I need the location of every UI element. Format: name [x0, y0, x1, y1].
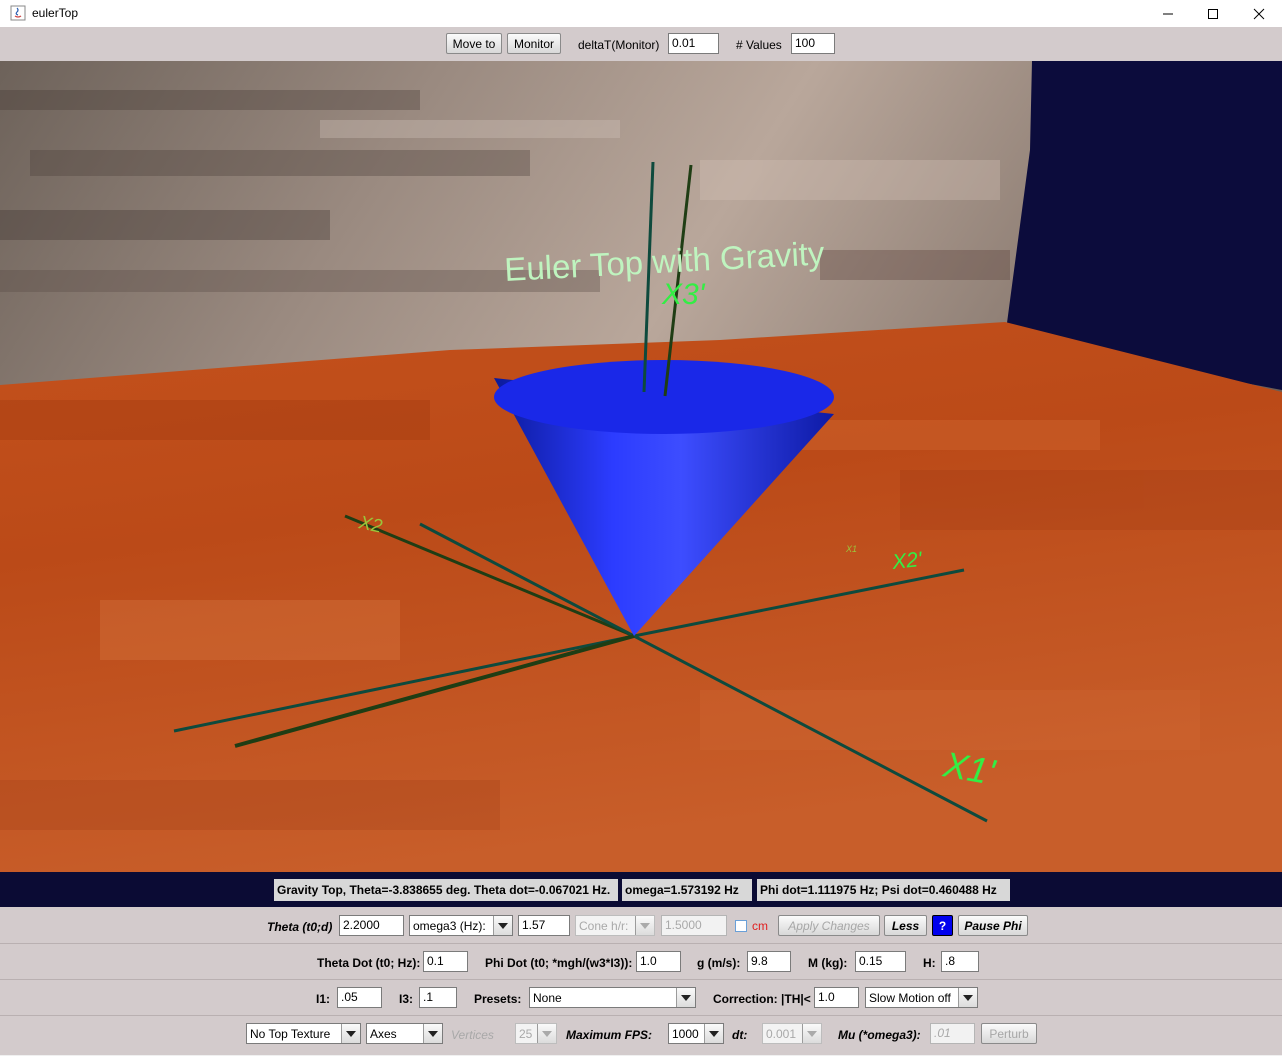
window-title-bar: eulerTop [0, 0, 1282, 27]
cm-checkbox[interactable] [735, 920, 747, 932]
axis-label-x2-prime: X2' [890, 548, 924, 574]
dt-label: dt: [732, 1028, 748, 1042]
move-to-button[interactable]: Move to [446, 33, 502, 54]
help-button[interactable]: ? [932, 915, 953, 936]
values-count-label: # Values [736, 38, 782, 52]
java-app-icon [10, 5, 26, 21]
i3-label: I3: [399, 992, 414, 1006]
vertices-select: 25 [515, 1023, 557, 1044]
height-label: H: [923, 956, 936, 970]
window-title: eulerTop [32, 6, 79, 20]
maximize-button[interactable] [1190, 0, 1236, 27]
chevron-down-icon [676, 988, 695, 1007]
cone-ratio-field: 1.5000 [661, 915, 727, 936]
i1-field[interactable]: .05 [337, 987, 382, 1008]
mass-field[interactable]: 0.15 [855, 951, 906, 972]
close-button[interactable] [1236, 0, 1282, 27]
gravity-label: g (m/s): [697, 956, 741, 970]
chevron-down-icon [493, 916, 512, 935]
omega3-select[interactable]: omega3 (Hz): [409, 915, 513, 936]
theta-dot-field[interactable]: 0.1 [423, 951, 468, 972]
theta-dot-label: Theta Dot (t0; Hz): [317, 956, 421, 970]
cm-label: cm [752, 919, 768, 933]
phi-dot-field[interactable]: 1.0 [636, 951, 681, 972]
pause-phi-button[interactable]: Pause Phi [958, 915, 1028, 936]
dt-select: 0.001 [762, 1023, 822, 1044]
status-phi-psi: Phi dot=1.111975 Hz; Psi dot=0.460488 Hz [757, 879, 1010, 901]
chevron-down-icon [423, 1024, 442, 1043]
correction-field[interactable]: 1.0 [814, 987, 859, 1008]
mu-label: Mu (*omega3): [838, 1028, 921, 1042]
gravity-field[interactable]: 9.8 [747, 951, 791, 972]
cone-ratio-select: Cone h/r: [575, 915, 655, 936]
mass-label: M (kg): [808, 956, 848, 970]
axis-label-x3-prime: X3' [661, 278, 706, 311]
status-omega: omega=1.573192 Hz [622, 879, 752, 901]
chevron-down-icon [958, 988, 977, 1007]
chevron-down-icon [537, 1024, 556, 1043]
phi-dot-label: Phi Dot (t0; *mgh/(w3*I3)): [485, 956, 633, 970]
max-fps-label: Maximum FPS: [566, 1028, 653, 1042]
chevron-down-icon [802, 1024, 821, 1043]
delta-t-field[interactable]: 0.01 [668, 33, 719, 54]
theta-label: Theta (t0;d) [267, 920, 333, 934]
axes-select[interactable]: Axes [366, 1023, 443, 1044]
chevron-down-icon [635, 916, 654, 935]
apply-changes-button: Apply Changes [778, 915, 880, 936]
perturb-button: Perturb [981, 1023, 1037, 1044]
monitor-button[interactable]: Monitor [507, 33, 561, 54]
theta-field[interactable]: 2.2000 [339, 915, 404, 936]
max-fps-select[interactable]: 1000 [668, 1023, 724, 1044]
status-gravity-theta: Gravity Top, Theta=-3.838655 deg. Theta … [274, 879, 618, 901]
mu-field: .01 [930, 1023, 975, 1044]
minimize-button[interactable] [1145, 0, 1191, 27]
slow-motion-select[interactable]: Slow Motion off [865, 987, 978, 1008]
top-texture-select[interactable]: No Top Texture [246, 1023, 361, 1044]
correction-label: Correction: |TH|< [713, 992, 811, 1006]
chevron-down-icon [704, 1024, 723, 1043]
i3-field[interactable]: .1 [419, 987, 457, 1008]
omega3-field[interactable]: 1.57 [518, 915, 570, 936]
chevron-down-icon [341, 1024, 360, 1043]
presets-select[interactable]: None [529, 987, 696, 1008]
height-field[interactable]: .8 [941, 951, 979, 972]
delta-t-label: deltaT(Monitor) [578, 38, 660, 52]
less-button[interactable]: Less [884, 915, 927, 936]
axis-label-x1: X1 [845, 544, 857, 554]
i1-label: I1: [316, 992, 331, 1006]
top-cone-cap [494, 360, 834, 434]
3d-scene-canvas[interactable]: Euler Top with Gravity X3' X2 X2' X1' X1 [0, 61, 1282, 872]
values-count-field[interactable]: 100 [791, 33, 835, 54]
presets-label: Presets: [474, 992, 522, 1006]
vertices-label: Vertices [451, 1028, 494, 1042]
